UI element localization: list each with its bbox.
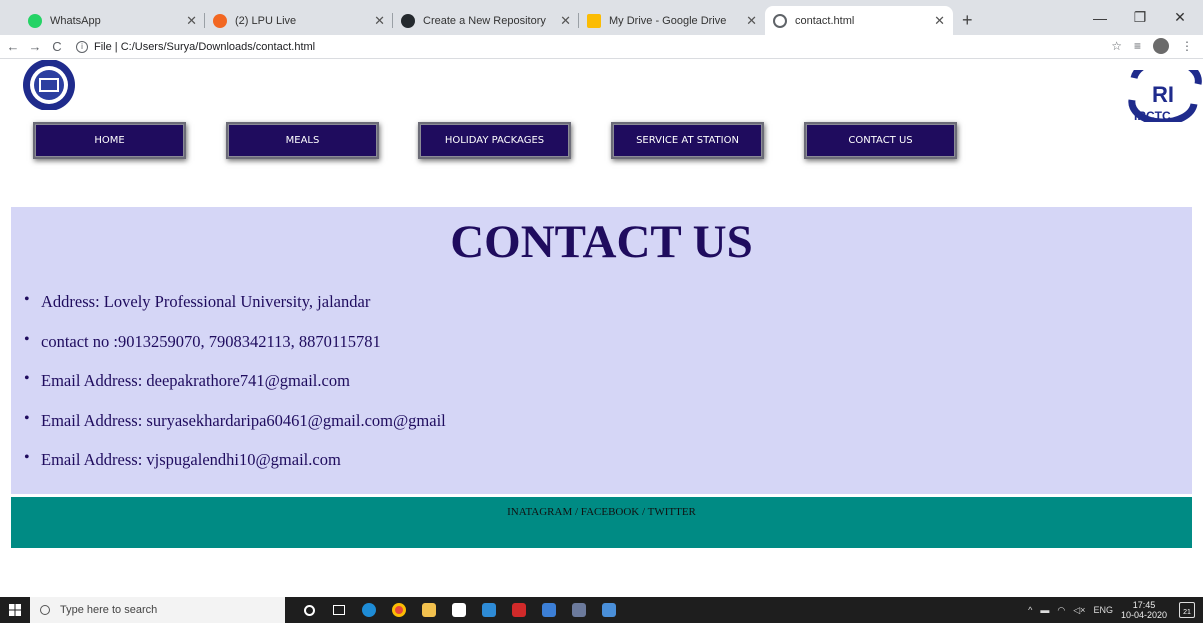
system-tray: ^ ▬ ◠ ◁× ENG 17:45 10-04-2020: [1028, 597, 1167, 623]
reading-list-icon[interactable]: ≡: [1134, 39, 1141, 53]
tab-google-drive[interactable]: My Drive - Google Drive ✕: [579, 6, 765, 35]
photos-icon[interactable]: [539, 600, 559, 620]
nav-service-at-station-button[interactable]: SERVICE AT STATION: [611, 122, 764, 159]
file-explorer-icon[interactable]: [419, 600, 439, 620]
contact-list: Address: Lovely Professional University,…: [24, 291, 446, 490]
list-item: Email Address: suryasekhardaripa60461@gm…: [24, 410, 446, 451]
tab-whatsapp[interactable]: WhatsApp ✕: [20, 6, 205, 35]
cortana-icon[interactable]: [299, 600, 319, 620]
windows-taskbar: Type here to search ^ ▬ ◠ ◁× ENG 17:45 1…: [0, 597, 1203, 623]
word-icon[interactable]: [599, 600, 619, 620]
profile-avatar[interactable]: [1153, 38, 1169, 54]
tab-title: (2) LPU Live: [235, 14, 297, 27]
chrome-icon[interactable]: [389, 600, 409, 620]
footer-social-links[interactable]: INATAGRAM / FACEBOOK / TWITTER: [11, 506, 1192, 518]
lpu-live-icon: [213, 13, 227, 28]
search-icon: [40, 605, 50, 615]
footer: INATAGRAM / FACEBOOK / TWITTER: [11, 497, 1192, 548]
list-item: Email Address: deepakrathore741@gmail.co…: [24, 370, 446, 411]
search-placeholder: Type here to search: [60, 604, 158, 616]
notifications-icon[interactable]: 21: [1179, 602, 1195, 618]
tab-title: My Drive - Google Drive: [609, 14, 727, 27]
close-icon[interactable]: ✕: [934, 13, 945, 29]
address-bar[interactable]: i File | C:/Users/Surya/Downloads/contac…: [76, 40, 316, 53]
store-icon[interactable]: [449, 600, 469, 620]
browser-tab-strip: WhatsApp ✕ (2) LPU Live ✕ Create a New R…: [0, 0, 1203, 35]
close-icon[interactable]: ✕: [186, 13, 197, 29]
irctc-logo: RI IRCTC: [1128, 70, 1202, 122]
tab-title: Create a New Repository: [423, 14, 546, 27]
clock-date: 10-04-2020: [1120, 610, 1167, 620]
chevron-up-icon[interactable]: ^: [1028, 605, 1032, 615]
svg-text:RI: RI: [1152, 82, 1174, 107]
windows-start-icon[interactable]: [0, 597, 30, 623]
list-item: Address: Lovely Professional University,…: [24, 291, 446, 332]
google-drive-icon: [587, 13, 601, 28]
window-close-icon[interactable]: ✕: [1160, 0, 1200, 35]
main-nav: HOME MEALS HOLIDAY PACKAGES SERVICE AT S…: [0, 122, 1203, 162]
address-text: File | C:/Users/Surya/Downloads/contact.…: [94, 40, 316, 53]
menu-icon[interactable]: ⋮: [1181, 39, 1193, 53]
mail-icon[interactable]: [479, 600, 499, 620]
web-page: RI IRCTC HOME MEALS HOLIDAY PACKAGES SER…: [0, 60, 1203, 597]
task-view-icon[interactable]: [329, 600, 349, 620]
clock[interactable]: 17:45 10-04-2020: [1121, 600, 1167, 620]
restore-icon[interactable]: ❐: [1120, 0, 1160, 35]
list-item: Email Address: vjspugalendhi10@gmail.com: [24, 449, 446, 490]
wifi-icon[interactable]: ◠: [1057, 605, 1065, 616]
nav-meals-button[interactable]: MEALS: [226, 122, 379, 159]
taskbar-search-input[interactable]: Type here to search: [30, 597, 285, 623]
svg-text:IRCTC: IRCTC: [1134, 109, 1171, 122]
tab-lpu-live[interactable]: (2) LPU Live ✕: [205, 6, 393, 35]
volume-icon[interactable]: ◁×: [1073, 605, 1085, 616]
tab-title: contact.html: [795, 14, 855, 27]
contact-section: CONTACT US Address: Lovely Professional …: [11, 207, 1192, 494]
nav-home-button[interactable]: HOME: [33, 122, 186, 159]
battery-icon[interactable]: ▬: [1040, 605, 1049, 615]
close-icon[interactable]: ✕: [746, 13, 757, 29]
tab-create-repository[interactable]: Create a New Repository ✕: [393, 6, 579, 35]
browser-toolbar: ← → C i File | C:/Users/Surya/Downloads/…: [0, 35, 1203, 59]
indian-railways-logo: [23, 60, 75, 110]
close-icon[interactable]: ✕: [560, 13, 571, 29]
clock-time: 17:45: [1132, 600, 1156, 610]
github-icon: [401, 13, 415, 28]
nav-contact-us-button[interactable]: CONTACT US: [804, 122, 957, 159]
language-indicator[interactable]: ENG: [1093, 605, 1113, 615]
minimize-icon[interactable]: —: [1080, 0, 1120, 35]
nav-holiday-packages-button[interactable]: HOLIDAY PACKAGES: [418, 122, 571, 159]
new-tab-button[interactable]: +: [962, 6, 973, 35]
forward-icon[interactable]: →: [24, 39, 46, 54]
page-title: CONTACT US: [450, 216, 753, 268]
info-icon[interactable]: i: [76, 40, 88, 53]
reload-icon[interactable]: C: [46, 39, 68, 54]
globe-icon: [773, 13, 787, 28]
list-item: contact no :9013259070, 7908342113, 8870…: [24, 331, 446, 372]
back-icon[interactable]: ←: [2, 39, 24, 54]
bookmark-star-icon[interactable]: ☆: [1111, 39, 1122, 53]
tab-contact-html[interactable]: contact.html ✕: [765, 6, 953, 35]
dev-cpp-icon[interactable]: [569, 600, 589, 620]
tab-title: WhatsApp: [50, 14, 101, 27]
acrobat-icon[interactable]: [509, 600, 529, 620]
whatsapp-icon: [28, 13, 42, 28]
close-icon[interactable]: ✕: [374, 13, 385, 29]
taskbar-apps: [299, 600, 619, 620]
edge-icon[interactable]: [359, 600, 379, 620]
